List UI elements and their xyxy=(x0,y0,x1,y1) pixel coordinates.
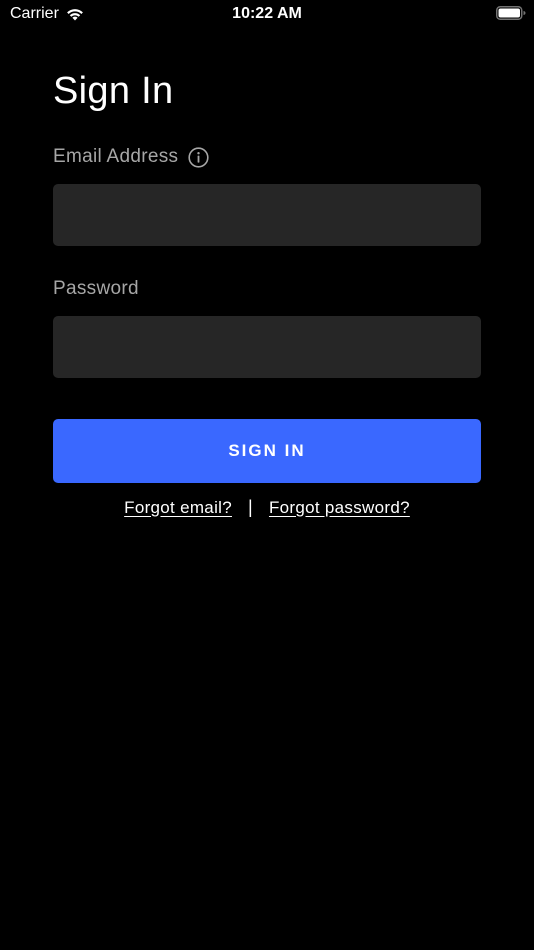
password-label: Password xyxy=(53,278,139,299)
status-time: 10:22 AM xyxy=(232,5,302,22)
sign-in-content: Sign In Email Address Password SIGN IN F… xyxy=(53,66,481,518)
forgot-email-link[interactable]: Forgot email? xyxy=(124,498,232,518)
link-divider: | xyxy=(247,497,253,517)
sign-in-button[interactable]: SIGN IN xyxy=(53,419,481,483)
password-label-row: Password xyxy=(53,275,481,303)
info-icon[interactable] xyxy=(188,146,209,168)
password-field[interactable] xyxy=(53,316,481,378)
email-field[interactable] xyxy=(53,184,481,246)
battery-icon xyxy=(496,6,526,20)
forgot-password-link[interactable]: Forgot password? xyxy=(269,498,410,518)
email-label: Email Address xyxy=(53,146,179,167)
email-label-row: Email Address xyxy=(53,143,481,171)
recovery-links: Forgot email? | Forgot password? xyxy=(53,497,481,518)
page-title: Sign In xyxy=(53,70,174,112)
status-bar: Carrier 10:22 AM xyxy=(0,0,534,28)
